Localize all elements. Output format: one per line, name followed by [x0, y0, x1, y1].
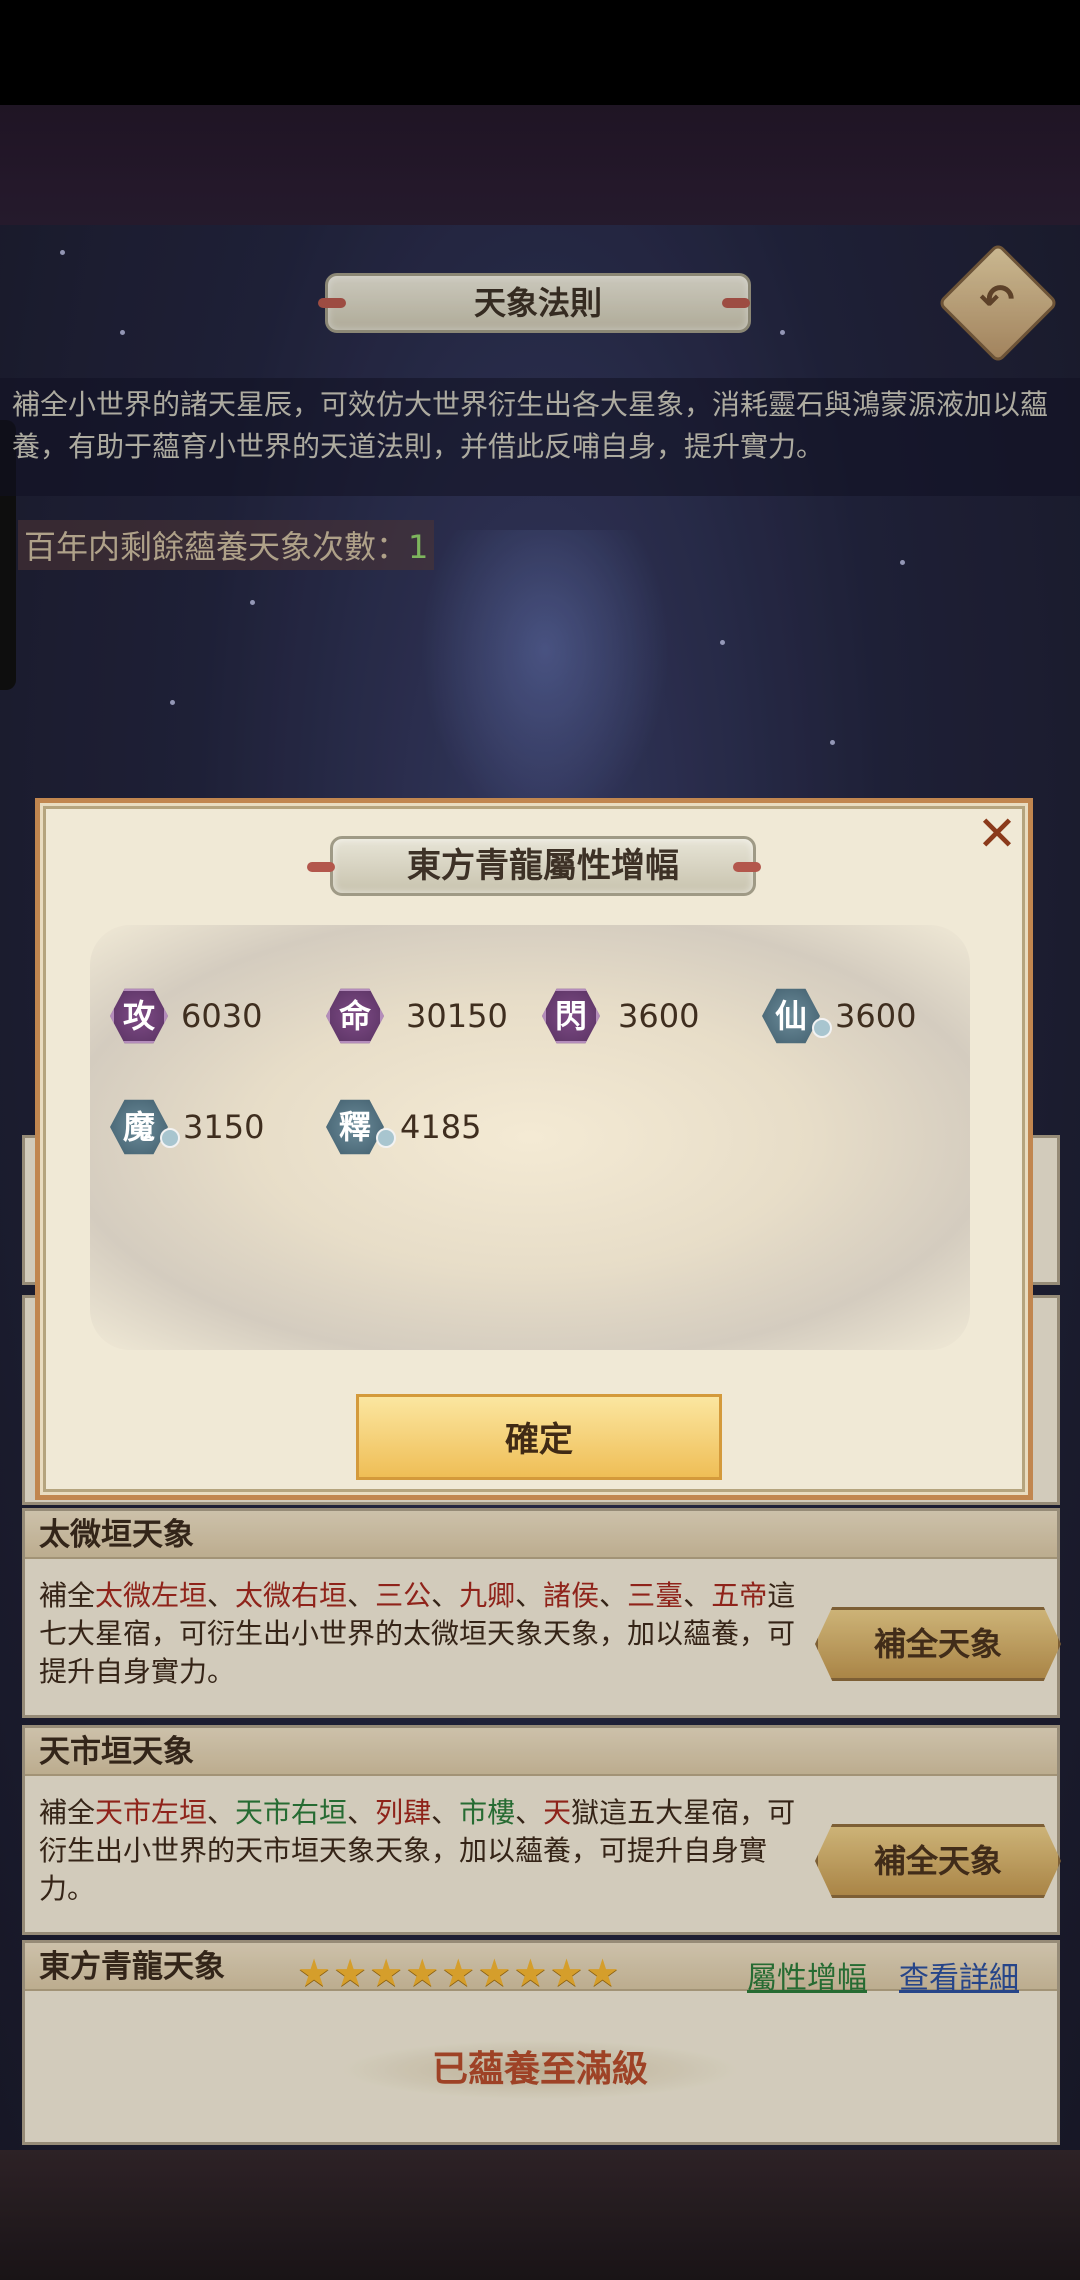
dodge-value: 3600: [618, 997, 700, 1035]
dialog-title: 東方青龍屬性增幅: [407, 846, 679, 886]
info-dot-icon: [812, 1018, 832, 1038]
confirm-button[interactable]: 確定: [356, 1394, 722, 1480]
demon-value: 3150: [183, 1108, 265, 1146]
info-dot-icon: [376, 1128, 396, 1148]
attack-value: 6030: [181, 997, 263, 1035]
plate-ornament: [307, 862, 335, 872]
plate-ornament: [733, 862, 761, 872]
info-dot-icon: [160, 1128, 180, 1148]
hp-value: 30150: [406, 997, 508, 1035]
dialog-title-plate: 東方青龍屬性增幅: [330, 836, 756, 896]
immortal-value: 3600: [835, 997, 917, 1035]
buddhist-value: 4185: [400, 1108, 482, 1146]
close-icon[interactable]: ✕: [975, 810, 1019, 858]
